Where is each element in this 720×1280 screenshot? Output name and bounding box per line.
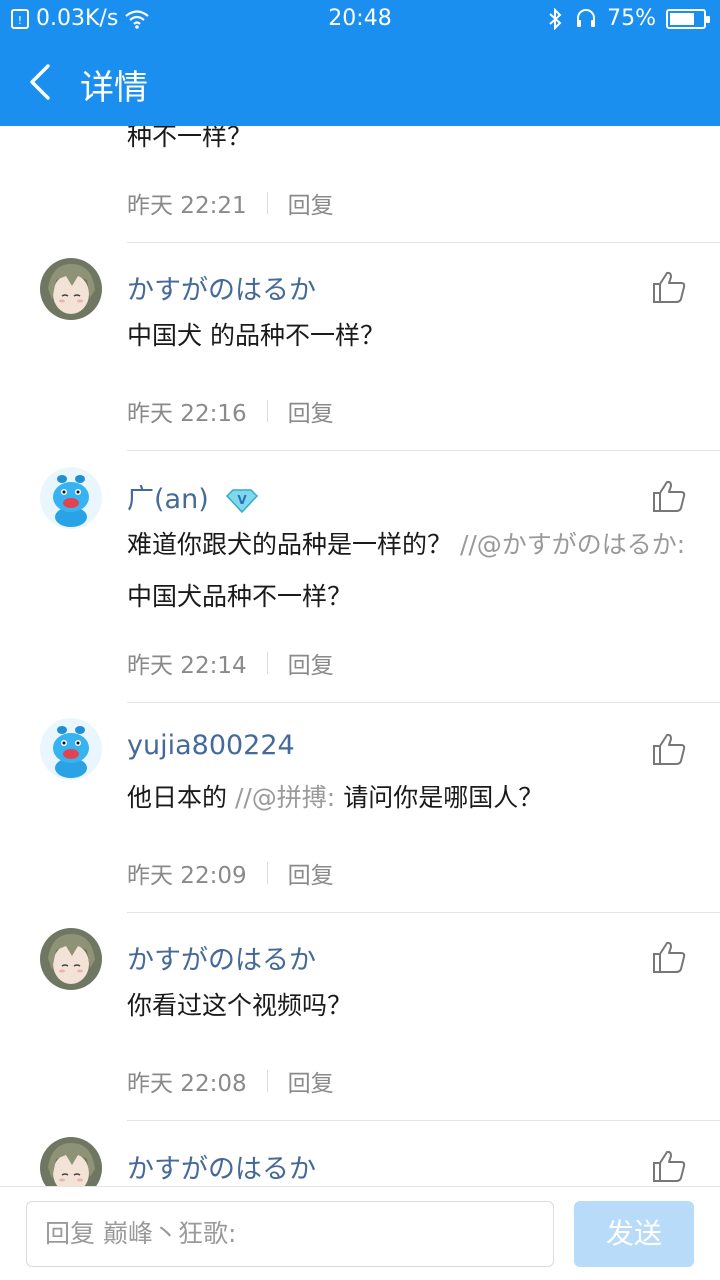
comment-divider [127, 702, 720, 703]
bluetooth-icon [549, 7, 562, 30]
username[interactable]: 广(an) V [127, 477, 259, 516]
quote-mention[interactable]: //@拼搏: [227, 783, 343, 812]
send-button[interactable]: 发送 [574, 1201, 694, 1267]
reply-link[interactable]: 回复 [288, 394, 334, 428]
anime-avatar-icon [40, 258, 102, 320]
comment-meta: 昨天 22:16 回复 [127, 394, 334, 428]
status-bar: ! 0.03K/s 20:48 75% [0, 0, 720, 38]
comment-text: 他日本的 //@拼搏: 请问你是哪国人？ [127, 783, 544, 812]
thumbs-up-icon[interactable] [652, 479, 686, 513]
thumbs-up-icon[interactable] [652, 270, 686, 304]
meta-divider [266, 400, 268, 422]
comment-divider [127, 1120, 720, 1121]
comment-meta: 昨天 22:14 回复 [127, 646, 334, 680]
meta-divider [266, 862, 268, 884]
headset-icon [577, 8, 596, 27]
anime-avatar-icon [40, 1137, 102, 1186]
avatar[interactable] [40, 467, 102, 529]
username[interactable]: かすがのはるか [127, 268, 316, 307]
thumbs-up-icon[interactable] [652, 940, 686, 974]
status-right: 75% [545, 6, 710, 31]
avatar[interactable] [40, 1137, 102, 1186]
reply-link[interactable]: 回复 [288, 186, 334, 220]
comment-divider [127, 912, 720, 913]
comment-text: 种不一样？ [127, 126, 253, 151]
svg-text:V: V [238, 493, 248, 507]
reply-link[interactable]: 回复 [288, 856, 334, 890]
back-arrow-icon[interactable] [22, 60, 62, 104]
blue-dog-avatar-icon [40, 718, 102, 780]
avatar[interactable] [40, 718, 102, 780]
thumbs-up-icon[interactable] [652, 732, 686, 766]
username[interactable]: かすがのはるか [127, 1147, 316, 1186]
comment-time: 昨天 22:21 [127, 193, 247, 219]
avatar[interactable] [40, 928, 102, 990]
comment-divider [127, 450, 720, 451]
meta-divider [266, 652, 268, 674]
top-navigation-bar: 详情 [0, 38, 720, 126]
reply-input[interactable]: 回复 巅峰丶狂歌: [26, 1201, 554, 1267]
username[interactable]: かすがのはるか [127, 938, 316, 977]
reply-link[interactable]: 回复 [288, 646, 334, 680]
comment-divider [127, 242, 720, 243]
anime-avatar-icon [40, 928, 102, 990]
thumbs-up-icon[interactable] [652, 1149, 686, 1183]
comment-meta: 昨天 22:08 回复 [127, 1064, 334, 1098]
page-title: 详情 [80, 68, 148, 108]
battery-icon [666, 8, 710, 29]
meta-divider [266, 192, 268, 214]
battery-percent: 75% [607, 6, 656, 31]
comment-meta: 昨天 22:21 回复 [127, 186, 334, 220]
comment-text: 你看过这个视频吗？ [127, 991, 353, 1020]
comment-list[interactable]: 种不一样？ 昨天 22:21 回复 かすがのはるか 中国犬 的品种不一样？ 昨天… [0, 126, 720, 1186]
comment-meta: 昨天 22:09 回复 [127, 856, 334, 890]
comment-time: 昨天 22:09 [127, 863, 247, 889]
meta-divider [266, 1070, 268, 1092]
reply-link[interactable]: 回复 [288, 1064, 334, 1098]
comment-text: 难道你跟犬的品种是一样的？ //@かすがのはるか: 中国犬品种不一样？ [127, 530, 686, 611]
comment-time: 昨天 22:14 [127, 653, 247, 679]
username[interactable]: yujia800224 [127, 730, 295, 761]
comment-time: 昨天 22:16 [127, 401, 247, 427]
avatar[interactable] [40, 258, 102, 320]
blue-dog-avatar-icon [40, 467, 102, 529]
comment-time: 昨天 22:08 [127, 1071, 247, 1097]
reply-bar: 回复 巅峰丶狂歌: 发送 [0, 1186, 720, 1280]
vip-v-badge-icon: V [226, 488, 259, 513]
comment-text: 中国犬 的品种不一样？ [127, 321, 385, 350]
quote-mention[interactable]: //@かすがのはるか: [452, 530, 685, 559]
